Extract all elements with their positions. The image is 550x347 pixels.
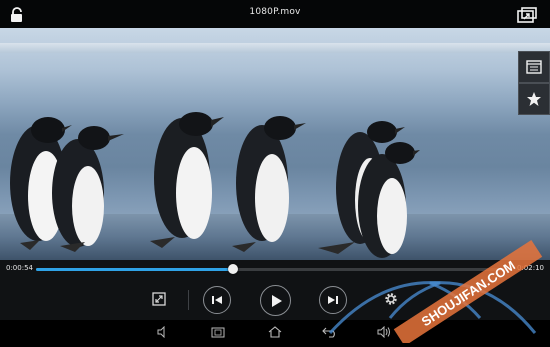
resize-button[interactable] [150, 290, 168, 308]
playback-controls: 0:00:54 0:02:10 [0, 260, 550, 320]
controls-divider [188, 290, 189, 310]
volume-down-icon[interactable] [153, 324, 173, 339]
favorite-button[interactable] [518, 83, 550, 115]
previous-button[interactable] [203, 286, 231, 314]
play-icon [271, 294, 282, 307]
penguin-scene [10, 112, 420, 258]
star-icon [527, 92, 541, 106]
screenshot-icon[interactable] [208, 324, 228, 339]
volume-up-icon[interactable] [374, 324, 394, 339]
seek-bar-progress [36, 268, 233, 271]
video-title: 1080P.mov [249, 7, 301, 17]
screen-rotate-icon[interactable] [516, 6, 538, 24]
home-icon[interactable] [265, 324, 285, 339]
current-time: 0:00:54 [6, 264, 33, 272]
video-list-icon [526, 60, 542, 74]
skip-next-icon [328, 296, 338, 304]
penguin [150, 112, 224, 248]
seek-bar[interactable] [36, 264, 510, 274]
penguin [52, 126, 124, 252]
video-frame[interactable] [0, 28, 550, 260]
total-time: 0:02:10 [517, 264, 544, 272]
seek-bar-thumb[interactable] [227, 264, 238, 274]
next-button[interactable] [319, 286, 347, 314]
title-bar: 1080P.mov [0, 0, 550, 28]
system-nav-bar [0, 320, 550, 343]
penguin [232, 116, 306, 252]
settings-button[interactable] [382, 290, 400, 308]
skip-previous-icon [212, 296, 222, 304]
video-list-button[interactable] [518, 51, 550, 83]
play-button[interactable] [260, 285, 291, 316]
resize-icon [152, 292, 166, 306]
gear-icon [385, 293, 397, 305]
back-icon[interactable] [320, 324, 340, 339]
